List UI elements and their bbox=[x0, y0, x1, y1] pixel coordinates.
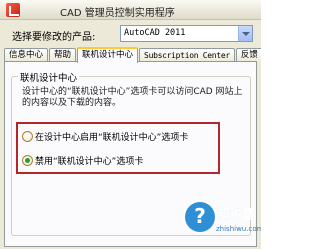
tab-help[interactable]: 帮助 bbox=[49, 48, 77, 62]
tab-subscription-center[interactable]: Subscription Center bbox=[139, 48, 235, 62]
radio-disable-online-dc[interactable] bbox=[22, 155, 33, 166]
watermark-logo-icon bbox=[185, 202, 215, 232]
tab-online-design-center[interactable]: 联机设计中心 bbox=[77, 47, 139, 63]
option-enable-online-dc[interactable]: 在设计中心启用“联机设计中心”选项卡 bbox=[22, 130, 188, 143]
online-design-center-group: 联机设计中心 设计中心的“联机设计中心”选项卡可以访问CAD 网站上的内容以及下… bbox=[11, 70, 251, 236]
radio-enable-online-dc[interactable] bbox=[22, 131, 33, 142]
watermark-brand: 知识屋 bbox=[218, 207, 255, 221]
title-bar: CAD 管理员控制实用程序 bbox=[0, 0, 261, 20]
cad-admin-utility-window: CAD 管理员控制实用程序 选择要修改的产品: AutoCAD 2011 信息中… bbox=[0, 0, 261, 249]
watermark-url: zhishiwu.com bbox=[216, 225, 261, 233]
window-title: CAD 管理员控制实用程序 bbox=[60, 8, 175, 19]
group-title: 联机设计中心 bbox=[18, 70, 80, 84]
option-disable-label: 禁用“联机设计中心”选项卡 bbox=[35, 157, 144, 167]
product-dropdown-value: AutoCAD 2011 bbox=[124, 28, 186, 38]
app-icon bbox=[6, 3, 20, 17]
product-dropdown[interactable]: AutoCAD 2011 bbox=[120, 25, 253, 42]
group-description: 设计中心的“联机设计中心”选项卡可以访问CAD 网站上的内容以及下载的内容。 bbox=[22, 87, 243, 108]
option-disable-online-dc[interactable]: 禁用“联机设计中心”选项卡 bbox=[22, 154, 143, 167]
tab-feedback[interactable]: 反馈 bbox=[235, 48, 261, 62]
options-highlight-box: 在设计中心启用“联机设计中心”选项卡 禁用“联机设计中心”选项卡 bbox=[16, 122, 220, 174]
tab-info-center[interactable]: 信息中心 bbox=[4, 48, 49, 62]
product-label: 选择要修改的产品: bbox=[12, 32, 96, 43]
option-enable-label: 在设计中心启用“联机设计中心”选项卡 bbox=[35, 133, 189, 143]
tab-strip: 信息中心 帮助 联机设计中心 Subscription Center 反馈 bbox=[4, 46, 261, 63]
chevron-down-icon[interactable] bbox=[238, 26, 252, 41]
